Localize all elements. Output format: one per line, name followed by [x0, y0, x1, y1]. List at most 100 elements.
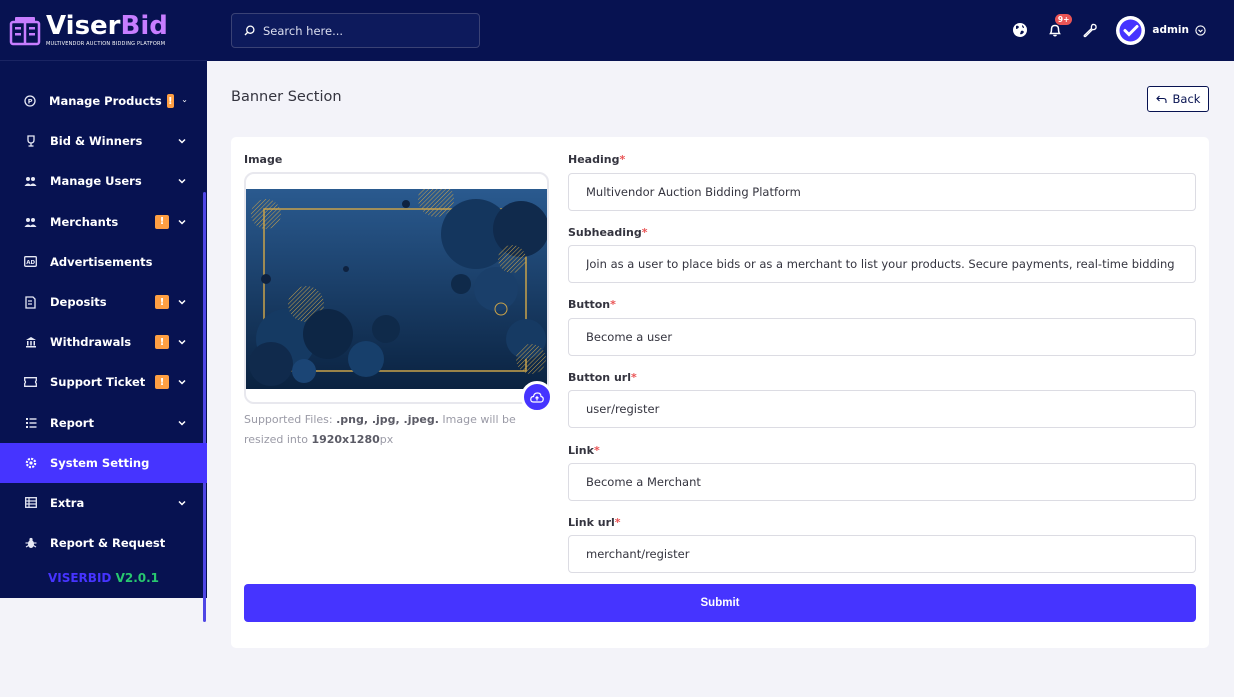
bank-icon [24, 336, 37, 349]
merchants-icon [24, 215, 37, 228]
hint-suffix: px [379, 433, 394, 446]
warning-badge: ! [166, 94, 174, 109]
product-icon: P [24, 95, 36, 108]
search-input[interactable] [263, 23, 463, 38]
server-icon [24, 496, 37, 509]
sidebar-item-label: Extra [50, 495, 85, 510]
sidebar-menu: P Manage Products ! Bid & Winners Manage… [0, 61, 207, 622]
submit-button[interactable]: Submit [244, 584, 1196, 622]
heading-field[interactable] [568, 173, 1196, 211]
search-icon [244, 25, 255, 36]
sidebar-item-withdrawals[interactable]: Withdrawals ! [0, 322, 207, 362]
bug-icon [24, 537, 37, 550]
subheading-field[interactable] [568, 245, 1196, 283]
link-label: Link* [568, 444, 600, 457]
brand-subtitle: MULTIVENDOR AUCTION BIDDING PLATFORM [46, 41, 166, 47]
sidebar-item-advertisements[interactable]: AD Advertisements [0, 242, 207, 282]
warning-badge: ! [155, 375, 169, 390]
sidebar-item-support-ticket[interactable]: Support Ticket ! [0, 362, 207, 402]
version-info: VISERBID V2.0.1 [0, 563, 207, 585]
hint-size: 1920x1280 [311, 433, 380, 446]
sidebar-item-report[interactable]: Report [0, 403, 207, 443]
sidebar-item-label: System Setting [50, 455, 150, 470]
link-label-text: Link [568, 444, 594, 457]
link-url-field[interactable] [568, 535, 1196, 573]
gear-icon [24, 456, 37, 469]
sidebar-item-extra[interactable]: Extra [0, 483, 207, 523]
button-url-field[interactable] [568, 390, 1196, 428]
button-field[interactable] [568, 318, 1196, 356]
sidebar-item-label: Advertisements [50, 254, 153, 269]
warning-badge: ! [155, 214, 169, 229]
required-mark: * [641, 226, 648, 239]
brand-title-part1: Viser [46, 11, 121, 41]
hint-prefix: Supported Files: [244, 413, 337, 426]
chevron-down-icon [182, 100, 187, 103]
upload-image-button[interactable] [521, 381, 553, 413]
chevron-down-icon [178, 219, 186, 225]
page-title: Banner Section [231, 89, 342, 105]
sidebar-item-deposits[interactable]: Deposits ! [0, 282, 207, 322]
sidebar: ViserBid MULTIVENDOR AUCTION BIDDING PLA… [0, 0, 207, 622]
chevron-down-icon [178, 300, 186, 305]
logo-mark-icon [9, 14, 41, 46]
top-actions: 9+ admin [994, 11, 1206, 49]
subheading-label: Subheading* [568, 226, 647, 239]
banner-image-preview [244, 172, 549, 404]
back-arrow-icon [1155, 95, 1167, 103]
sidebar-item-label: Support Ticket [50, 375, 146, 390]
sidebar-item-manage-users[interactable]: Manage Users [0, 161, 207, 201]
brand-title-part2: Bid [120, 11, 168, 41]
deposit-icon [24, 295, 37, 309]
warning-badge: ! [155, 335, 169, 350]
button-url-label: Button url* [568, 371, 637, 384]
avatar[interactable] [1116, 15, 1146, 45]
wrench-icon[interactable] [1081, 21, 1099, 39]
bell-icon[interactable]: 9+ [1046, 14, 1073, 39]
banner-form-card: Image Supported Files: .png, .jpg, .jpeg… [231, 137, 1209, 648]
heading-label-text: Heading [568, 153, 620, 166]
sidebar-item-manage-products[interactable]: P Manage Products ! [0, 81, 207, 121]
notification-count-badge: 9+ [1054, 14, 1073, 25]
link-url-label-text: Link url [568, 516, 615, 529]
required-mark: * [610, 298, 616, 311]
version-number: V2.0.1 [115, 571, 160, 586]
subheading-label-text: Subheading [568, 226, 642, 239]
required-mark: * [630, 371, 637, 384]
topbar: 9+ admin [207, 0, 1234, 61]
heading-input[interactable] [586, 185, 1186, 199]
link-input[interactable] [586, 475, 1186, 489]
sidebar-item-report-request[interactable]: Report & Request [0, 523, 207, 563]
supported-files-hint: Supported Files: .png, .jpg, .jpeg. Imag… [244, 410, 544, 450]
version-name: VISERBID [47, 571, 112, 586]
trophy-icon [24, 135, 37, 148]
cloud-upload-icon [530, 391, 544, 403]
admin-name[interactable]: admin [1152, 24, 1189, 36]
sidebar-item-system-setting[interactable]: System Setting [0, 442, 207, 483]
back-button[interactable]: Back [1147, 86, 1209, 112]
back-button-label: Back [1172, 92, 1201, 106]
chevron-down-icon [178, 139, 186, 144]
chevron-down-icon [178, 500, 186, 506]
required-mark: * [593, 444, 600, 457]
link-field[interactable] [568, 463, 1196, 501]
link-url-input[interactable] [586, 547, 1186, 561]
button-label-text: Button [568, 298, 611, 311]
heading-label: Heading* [568, 153, 625, 166]
users-icon [24, 175, 37, 188]
button-label: Button* [568, 298, 616, 311]
search-box[interactable] [231, 13, 480, 48]
banner-image [246, 189, 547, 389]
brand-logo[interactable]: ViserBid MULTIVENDOR AUCTION BIDDING PLA… [0, 0, 207, 61]
globe-icon[interactable] [1011, 21, 1029, 39]
button-text-input[interactable] [586, 330, 1186, 344]
chevron-down-icon[interactable] [1195, 24, 1206, 36]
subheading-input[interactable] [586, 257, 1186, 271]
required-mark: * [614, 516, 621, 529]
ad-icon: AD [24, 255, 37, 268]
sidebar-item-bid-winners[interactable]: Bid & Winners [0, 121, 207, 161]
sidebar-item-label: Deposits [50, 295, 107, 310]
button-url-input[interactable] [586, 402, 1186, 416]
sidebar-item-label: Manage Products [49, 94, 162, 109]
sidebar-item-merchants[interactable]: Merchants ! [0, 202, 207, 242]
